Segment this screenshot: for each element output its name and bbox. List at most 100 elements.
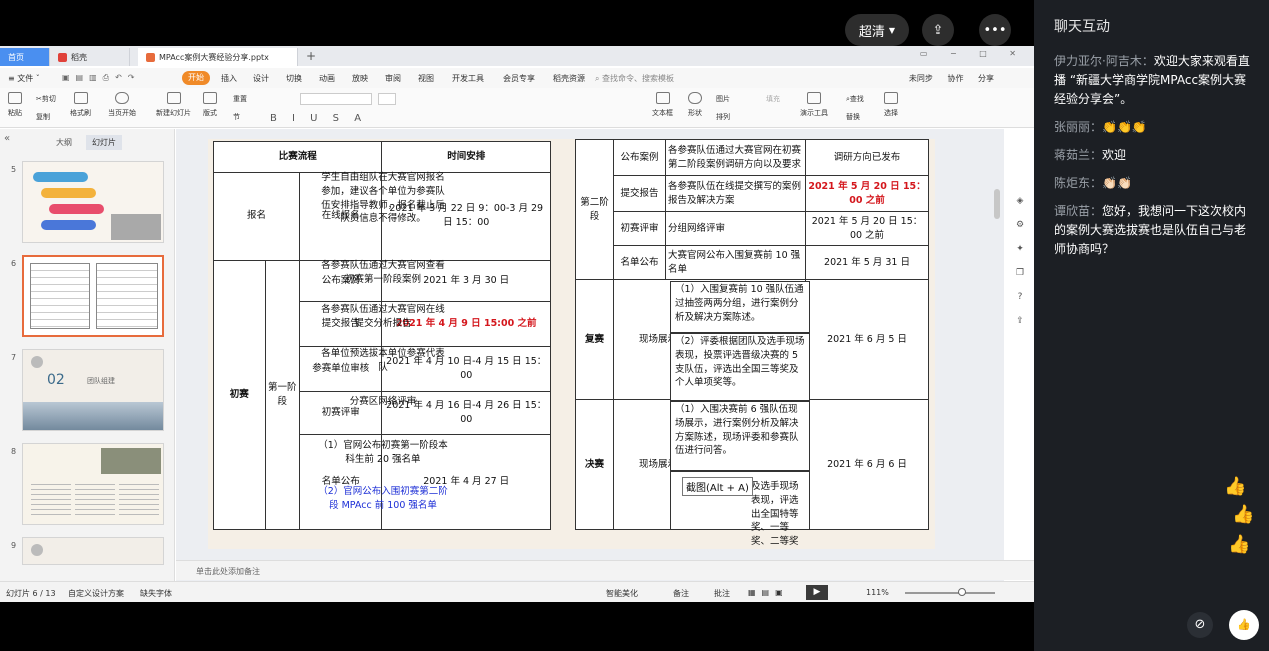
settings-icon[interactable]: ⚙ (1010, 220, 1030, 244)
tab-slides[interactable]: 幻灯片 (86, 135, 122, 150)
text-format-buttons[interactable]: B I U S A (270, 113, 367, 124)
sync-collab-share[interactable]: 未同步 协作 分享 (909, 73, 994, 84)
slide-thumb-6[interactable] (22, 255, 164, 337)
select-button[interactable]: 选择 (884, 92, 898, 118)
copy-label: 复制 (36, 113, 50, 121)
paste-button[interactable]: 粘贴 (8, 92, 22, 118)
command-search[interactable]: ⌕ 查找命令、搜索模板 (595, 73, 674, 84)
smart-beautify[interactable]: 智能美化 (606, 588, 638, 599)
window-controls[interactable]: ▭ − □ ✕ (920, 49, 1026, 58)
view-mode-icons[interactable]: ▦▤▣ (748, 588, 789, 597)
tab-home-label: 首页 (8, 52, 24, 62)
pin-icon[interactable]: ✦ (1010, 244, 1030, 268)
help-icon[interactable]: ? (1010, 292, 1030, 316)
thumb-shape (41, 188, 96, 198)
cell-preliminary: 初赛 (213, 259, 266, 531)
zoom-slider-handle[interactable] (958, 588, 966, 596)
chat-sender: 张丽丽： (1054, 120, 1103, 134)
ribbon-menu-bar: ≡ 文件 ˇ ▣▤▥⎙↶↷ 开始 插入 设计 切换 动画 放映 审阅 视图 开发… (0, 68, 1034, 88)
menu-start[interactable]: 开始 (182, 71, 210, 85)
cell-r-submit-report-time: 2021 年 5 月 20 日 15：00 之前 (805, 175, 929, 212)
paste-icon (8, 92, 22, 104)
design-theme[interactable]: 自定义设计方案 (68, 588, 124, 599)
tab-ppt-file[interactable]: MPAcc案例大赛经验分享.pptx (138, 48, 298, 66)
more-button[interactable]: ••• (979, 14, 1011, 46)
comment-toggle[interactable]: 批注 (714, 588, 730, 599)
chat-title: 聊天互动 (1054, 19, 1110, 35)
find-button[interactable]: ⌕查找 (846, 94, 864, 104)
replace-button[interactable]: 替换 (846, 112, 860, 122)
zoom-slider[interactable] (905, 592, 995, 594)
arrange-button[interactable]: 排列 (716, 112, 730, 122)
thumb-photo (111, 214, 161, 240)
slide-thumb-8[interactable] (22, 443, 164, 525)
like-button[interactable]: 👍 (1229, 610, 1259, 640)
format-painter-button[interactable]: 格式刷 (70, 92, 91, 118)
collapse-panel-icon[interactable]: « (4, 133, 10, 144)
thumbs-up-icon: 👍 (1237, 618, 1251, 631)
menu-insert[interactable]: 插入 (221, 73, 237, 84)
slideshow-play-button[interactable]: ▶ (806, 585, 828, 600)
presentation-tools-button[interactable]: 演示工具 (800, 92, 828, 118)
menu-review[interactable]: 审阅 (385, 73, 401, 84)
menu-slideshow[interactable]: 放映 (352, 73, 368, 84)
vertical-scrollbar[interactable] (994, 189, 1000, 219)
new-slide-label: 新建幻灯片 (156, 109, 191, 117)
thumb-shape (41, 220, 96, 230)
menu-developer[interactable]: 开发工具 (452, 73, 484, 84)
cell-unit-review-desc: 各单位预选拔本单位参赛代表队 (321, 348, 445, 373)
menu-docer[interactable]: 稻壳资源 (553, 73, 585, 84)
menu-view[interactable]: 视图 (418, 73, 434, 84)
quick-access-icons[interactable]: ▣▤▥⎙↶↷ (62, 73, 140, 83)
menu-member[interactable]: 会员专享 (503, 73, 535, 84)
tab-home[interactable]: 首页 (0, 48, 50, 66)
fill-button[interactable]: 填充 (766, 94, 780, 104)
notes-toggle[interactable]: 备注 (673, 588, 689, 599)
live-video-area: 超清 ▼ ⇪ ••• 首页 稻壳 MPAcc案例大赛经验分享.pptx + ▭ −… (0, 0, 1034, 651)
missing-font[interactable]: 缺失字体 (140, 588, 172, 599)
share-icon[interactable]: ⇪ (1010, 316, 1030, 340)
chat-text: 欢迎 (1102, 148, 1127, 162)
chat-sender: 伊力亚尔·阿吉木： (1054, 54, 1154, 68)
file-menu[interactable]: ≡ 文件 ˇ (8, 73, 40, 84)
layout-button[interactable]: 版式 (203, 92, 217, 118)
font-size-select[interactable] (378, 93, 396, 105)
play-from-current-button[interactable]: 当页开始 (108, 92, 136, 118)
chat-sender: 谭欣苗： (1054, 204, 1103, 218)
cell-r-submit-report-desc: 各参赛队伍在线提交撰写的案例报告及解决方案 (665, 175, 806, 212)
menu-design[interactable]: 设计 (253, 73, 269, 84)
style-icon[interactable]: ◈ (1010, 196, 1030, 220)
thumb-photo (23, 402, 163, 430)
select-label: 选择 (884, 109, 898, 117)
menu-animation[interactable]: 动画 (319, 73, 335, 84)
tab-outline[interactable]: 大纲 (56, 137, 72, 148)
link-button[interactable]: ⊘ (1187, 612, 1213, 638)
tab-docer[interactable]: 稻壳 (50, 48, 130, 66)
quality-selector[interactable]: 超清 ▼ (845, 14, 909, 46)
notes-pane[interactable]: 单击此处添加备注 (176, 560, 1034, 580)
picture-button[interactable]: 图片 (716, 94, 730, 104)
reset-button[interactable]: 重置 (233, 94, 247, 104)
cell-stage-two: 第二阶段 (575, 139, 614, 280)
slide-thumb-7[interactable]: 02 团队组建 (22, 349, 164, 431)
tab-docer-label: 稻壳 (71, 52, 87, 62)
new-slide-button[interactable]: 新建幻灯片 (156, 92, 191, 118)
shape-button[interactable]: 形状 (688, 92, 702, 118)
menu-transition[interactable]: 切换 (286, 73, 302, 84)
section-button[interactable]: 节 (233, 112, 240, 122)
share-button[interactable]: ⇪ (922, 14, 954, 46)
thumbs-up-icon: 👍 (1232, 504, 1255, 525)
slide-thumb-5[interactable] (22, 161, 164, 243)
copy-icon[interactable]: ❐ (1010, 268, 1030, 292)
copy-button[interactable]: 复制 (36, 112, 50, 122)
cut-button[interactable]: ✂剪切 (36, 94, 56, 104)
replace-label: 替换 (846, 113, 860, 121)
cell-list-desc-1: （1）官网公布初赛第一阶段本科生前 20 强名单 (318, 440, 448, 465)
zoom-level[interactable]: 111% (866, 588, 889, 597)
font-family-select[interactable] (300, 93, 372, 105)
play-from-current-label: 当页开始 (108, 109, 136, 117)
slide-thumb-9[interactable] (22, 537, 164, 565)
textbox-button[interactable]: 文本框 (652, 92, 673, 118)
status-bar: 幻灯片 6 / 13 自定义设计方案 缺失字体 智能美化 备注 批注 ▦▤▣ ▶… (0, 581, 1034, 602)
new-tab-button[interactable]: + (306, 49, 316, 63)
